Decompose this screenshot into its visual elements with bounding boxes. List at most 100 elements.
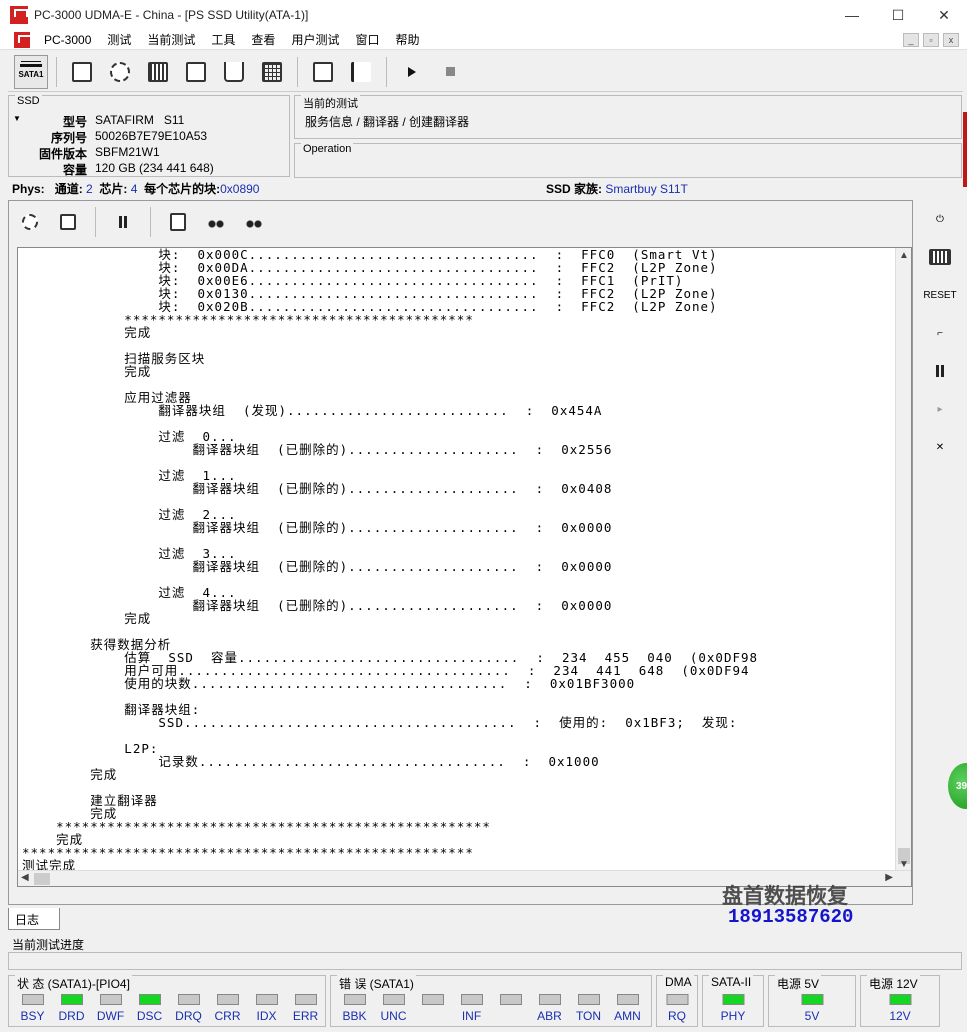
ready-button[interactable]: ⌐ bbox=[925, 318, 955, 348]
operation-legend: Operation bbox=[301, 143, 354, 155]
phys-label: Phys: bbox=[12, 182, 45, 196]
phys-info-line: Phys: 通道: 2 芯片: 4 每个芯片的块:0x0890 SSD 家族: … bbox=[12, 180, 962, 196]
menu-window[interactable]: 窗口 bbox=[347, 31, 387, 48]
minimize-button[interactable]: — bbox=[829, 0, 875, 30]
power-button[interactable]: ⏻ bbox=[925, 204, 955, 234]
log-text-area[interactable]: 块: 0x000C...............................… bbox=[17, 247, 912, 887]
log-line: SSD.....................................… bbox=[22, 715, 738, 730]
window-title: PC-3000 UDMA-E - China - [PS SSD Utility… bbox=[34, 8, 309, 22]
menu-pc3000[interactable]: PC-3000 bbox=[36, 33, 99, 47]
status-led bbox=[99, 994, 122, 1005]
firmware-label: 固件版本 bbox=[38, 147, 87, 161]
status-led bbox=[21, 994, 44, 1005]
log-line: 翻译器块组 (发现).......................... : 0… bbox=[22, 403, 603, 418]
status-led-cell: DSC bbox=[130, 994, 169, 1023]
meter-button[interactable] bbox=[217, 55, 251, 89]
status-led bbox=[538, 994, 561, 1005]
menu-current-test[interactable]: 当前测试 bbox=[139, 31, 203, 48]
close-button[interactable]: ✕ bbox=[921, 0, 967, 30]
reset-button[interactable]: RESET bbox=[923, 280, 956, 310]
menu-test[interactable]: 测试 bbox=[99, 31, 139, 48]
save-icon bbox=[60, 214, 76, 230]
status-led-label: PHY bbox=[720, 1009, 746, 1023]
log-line: 建立翻译器 bbox=[22, 793, 158, 808]
sata-port-button[interactable]: SATA1 bbox=[14, 54, 48, 89]
status-led-label: 12V bbox=[889, 1009, 911, 1023]
log-line: 完成 bbox=[22, 364, 152, 379]
current-test-legend: 当前的测试 bbox=[301, 95, 360, 111]
status-led-cell: 5V bbox=[793, 994, 832, 1023]
scroll-up-icon[interactable]: ▲ bbox=[899, 250, 909, 261]
tools-button[interactable]: ✕ bbox=[925, 432, 955, 462]
side-pause-button[interactable] bbox=[925, 356, 955, 386]
menu-tools[interactable]: 工具 bbox=[203, 31, 243, 48]
side-pause-icon bbox=[936, 365, 944, 377]
badge[interactable]: 39 bbox=[948, 763, 967, 809]
menu-user-test[interactable]: 用户测试 bbox=[283, 31, 347, 48]
mdi-close-button[interactable]: x bbox=[943, 33, 959, 47]
copy-button[interactable] bbox=[306, 55, 340, 89]
log-find-next-button[interactable] bbox=[239, 208, 269, 236]
menu-view[interactable]: 查看 bbox=[243, 31, 283, 48]
status-led-cell: INF bbox=[452, 994, 491, 1023]
status-led-cell bbox=[491, 994, 530, 1023]
flash-button[interactable] bbox=[179, 55, 213, 89]
status-led bbox=[294, 994, 317, 1005]
status-led-label: IDX bbox=[256, 1009, 277, 1023]
main-toolbar: SATA1 bbox=[8, 52, 963, 92]
status-led bbox=[255, 994, 278, 1005]
capacity-value: 120 GB (234 441 648) bbox=[95, 161, 214, 175]
grid-icon bbox=[262, 61, 282, 82]
log-pause-button[interactable] bbox=[108, 208, 138, 236]
progress-bar bbox=[8, 952, 962, 970]
tab-log[interactable]: 日志 bbox=[8, 908, 60, 930]
menu-bar: PC-3000 测试 当前测试 工具 查看 用户测试 窗口 帮助 _ ▫ x bbox=[0, 30, 967, 50]
stop-button[interactable] bbox=[433, 55, 467, 89]
chips-label: 芯片: bbox=[99, 182, 128, 196]
status-led-cell: PHY bbox=[714, 994, 753, 1023]
board-icon bbox=[929, 249, 951, 265]
pause-icon bbox=[119, 216, 127, 228]
settings-button[interactable] bbox=[103, 55, 137, 89]
family-label: SSD 家族: bbox=[546, 182, 603, 196]
log-line: ****************************************… bbox=[22, 845, 474, 860]
grid-button[interactable] bbox=[255, 55, 289, 89]
run-script-button[interactable] bbox=[344, 55, 378, 89]
copy-icon bbox=[170, 213, 186, 231]
sata-label: SATA1 bbox=[18, 70, 44, 79]
log-copy-button[interactable] bbox=[163, 208, 193, 236]
status-group: DMA RQ bbox=[656, 975, 698, 1027]
status-led bbox=[722, 994, 744, 1005]
status-led-cell: BBK bbox=[335, 994, 374, 1023]
channel-value: 2 bbox=[86, 182, 93, 196]
log-line: 使用的块数...................................… bbox=[22, 676, 636, 691]
log-settings-button[interactable] bbox=[15, 208, 45, 236]
maximize-button[interactable]: ☐ bbox=[875, 0, 921, 30]
log-line: 翻译器块组 (已删除的).................... : 0x000… bbox=[22, 520, 613, 535]
modules-button[interactable] bbox=[141, 55, 175, 89]
menu-help[interactable]: 帮助 bbox=[387, 31, 427, 48]
play-button[interactable] bbox=[395, 55, 429, 89]
scroll-down-icon[interactable]: ▼ bbox=[899, 859, 909, 870]
status-led-label: 5V bbox=[804, 1009, 820, 1023]
hscroll-thumb[interactable] bbox=[34, 873, 50, 885]
passport-button[interactable] bbox=[65, 55, 99, 89]
current-test-panel: 当前的测试 服务信息 / 翻译器 / 创建翻译器 bbox=[294, 95, 962, 139]
menu-app-icon[interactable] bbox=[14, 31, 32, 48]
mdi-minimize-button[interactable]: _ bbox=[903, 33, 919, 47]
log-save-button[interactable] bbox=[53, 208, 83, 236]
side-chip-button[interactable]: ▸ bbox=[925, 394, 955, 424]
flash-chip-icon bbox=[186, 61, 206, 82]
vertical-scrollbar[interactable]: ▲ ▼ bbox=[895, 248, 911, 872]
scroll-right-icon[interactable]: ▶ bbox=[885, 872, 893, 883]
status-led-cell: IDX bbox=[247, 994, 286, 1023]
status-group: SATA-II PHY bbox=[702, 975, 764, 1027]
scroll-left-icon[interactable]: ◀ bbox=[21, 872, 29, 883]
binoculars-next-icon bbox=[246, 216, 262, 228]
status-led-label: ERR bbox=[292, 1009, 319, 1023]
binoculars-icon bbox=[208, 216, 224, 228]
mdi-restore-button[interactable]: ▫ bbox=[923, 33, 939, 47]
log-find-button[interactable] bbox=[201, 208, 231, 236]
pcb-button[interactable] bbox=[925, 242, 955, 272]
meter-icon bbox=[224, 61, 244, 82]
